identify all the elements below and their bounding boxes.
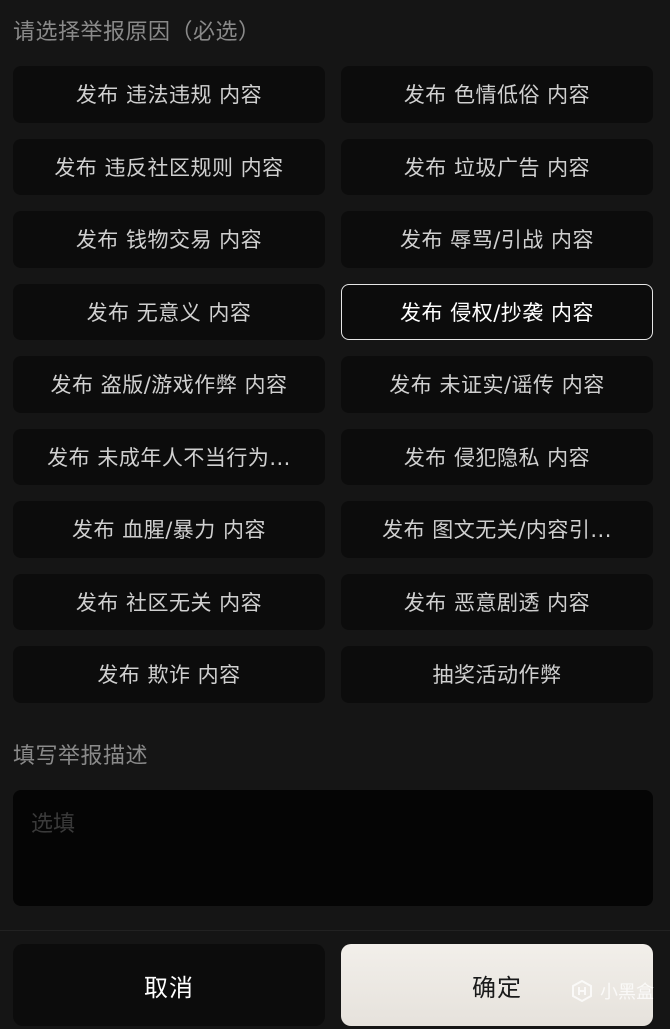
- reason-option-label: 发布 欺诈 内容: [97, 663, 241, 688]
- reason-option[interactable]: 发布 违反社区规则 内容: [13, 138, 325, 195]
- reason-option[interactable]: 发布 未证实/谣传 内容: [341, 356, 653, 413]
- reason-option-label: 发布 垃圾广告 内容: [403, 155, 591, 180]
- reason-option[interactable]: 发布 侵权/抄袭 内容: [341, 283, 653, 340]
- bottom-divider: [0, 930, 670, 931]
- reason-option-label: 发布 色情低俗 内容: [403, 83, 591, 108]
- reason-option-label: 发布 违法违规 内容: [75, 83, 263, 108]
- reason-option[interactable]: 发布 侵犯隐私 内容: [341, 428, 653, 485]
- reason-option[interactable]: 发布 血腥/暴力 内容: [13, 501, 325, 558]
- reason-option-label: 发布 辱骂/引战 内容: [400, 228, 594, 253]
- reason-option[interactable]: 发布 未成年人不当行为...: [13, 428, 325, 485]
- reason-option[interactable]: 抽奖活动作弊: [341, 646, 653, 703]
- reason-option-label: 发布 违反社区规则 内容: [54, 155, 284, 180]
- reason-option[interactable]: 发布 欺诈 内容: [13, 646, 325, 703]
- reason-option-label: 发布 无意义 内容: [86, 300, 252, 325]
- reason-options-grid: 发布 违法违规 内容 发布 色情低俗 内容发布 违反社区规则 内容 发布 垃圾广告 …: [13, 66, 653, 703]
- reason-option[interactable]: 发布 图文无关/内容引...: [341, 501, 653, 558]
- reason-option-label: 发布 血腥/暴力 内容: [72, 518, 266, 543]
- reason-option[interactable]: 发布 钱物交易 内容: [13, 211, 325, 268]
- cancel-button[interactable]: 取消: [13, 944, 325, 1026]
- reason-option[interactable]: 发布 色情低俗 内容: [341, 66, 653, 123]
- reason-option-label: 发布 盗版/游戏作弊 内容: [50, 373, 288, 398]
- reason-option-label: 发布 钱物交易 内容: [75, 228, 263, 253]
- reason-option[interactable]: 发布 恶意剧透 内容: [341, 573, 653, 630]
- description-box: [13, 790, 653, 906]
- reason-option[interactable]: 发布 违法违规 内容: [13, 66, 325, 123]
- report-page: 请选择举报原因（必选） 发布 违法违规 内容 发布 色情低俗 内容发布 违反社区规…: [0, 0, 670, 1029]
- reason-option[interactable]: 发布 社区无关 内容: [13, 573, 325, 630]
- reason-option-label: 发布 图文无关/内容引...: [382, 518, 612, 543]
- reason-option-label: 发布 未证实/谣传 内容: [389, 373, 605, 398]
- reason-option[interactable]: 发布 垃圾广告 内容: [341, 138, 653, 195]
- reason-option-label: 发布 未成年人不当行为...: [47, 445, 291, 470]
- watermark: 小黑盒: [570, 978, 654, 1004]
- description-input[interactable]: [31, 806, 635, 890]
- reason-section-title: 请选择举报原因（必选）: [13, 20, 261, 45]
- heybox-logo-icon: [572, 979, 592, 1003]
- reason-option-label: 抽奖活动作弊: [432, 663, 562, 688]
- reason-option-label: 发布 社区无关 内容: [75, 590, 263, 615]
- reason-option-label: 发布 恶意剧透 内容: [403, 590, 591, 615]
- description-section-title: 填写举报描述: [13, 744, 149, 769]
- reason-option[interactable]: 发布 无意义 内容: [13, 283, 325, 340]
- reason-option-label: 发布 侵权/抄袭 内容: [400, 300, 594, 325]
- reason-option[interactable]: 发布 盗版/游戏作弊 内容: [13, 356, 325, 413]
- reason-option-label: 发布 侵犯隐私 内容: [403, 445, 591, 470]
- watermark-text: 小黑盒: [600, 982, 654, 1003]
- reason-option[interactable]: 发布 辱骂/引战 内容: [341, 211, 653, 268]
